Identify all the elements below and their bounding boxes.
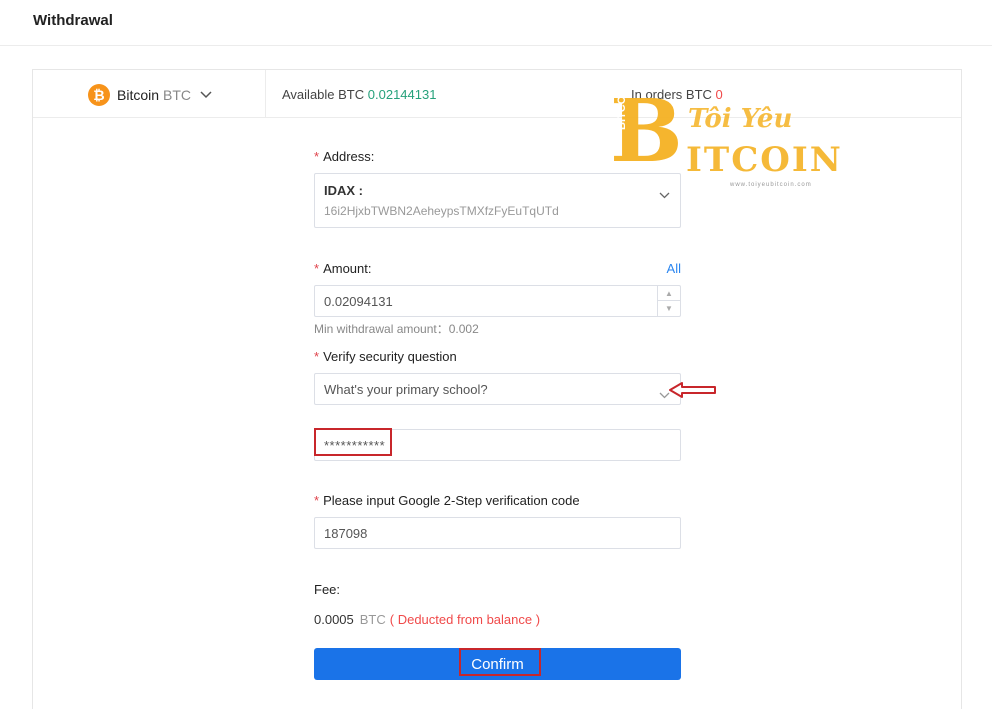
address-select[interactable]: IDAX : 16i2HjxbTWBN2AeheypsTMXfzFyEuTqUT…	[314, 173, 681, 228]
orders-value: 0	[715, 87, 723, 102]
google-2fa-input[interactable]: 187098	[314, 517, 681, 549]
required-star: *	[314, 349, 320, 364]
coin-symbol: BTC	[163, 87, 192, 103]
in-orders-balance: In orders BTC 0	[631, 87, 723, 102]
fee-value-line: 0.0005 BTC( Deducted from balance )	[314, 612, 540, 627]
fee-value: 0.0005	[314, 612, 354, 627]
required-star: *	[314, 149, 320, 164]
fee-note: ( Deducted from balance )	[389, 612, 541, 627]
page-title: Withdrawal	[33, 12, 113, 29]
confirm-button[interactable]: Confirm	[314, 648, 681, 680]
security-answer-value: ***********	[324, 438, 386, 453]
bitcoin-logo-icon: ₿	[88, 84, 110, 106]
security-question-select[interactable]: What's your primary school?	[314, 373, 681, 405]
required-star: *	[314, 261, 320, 276]
address-exchange: IDAX :	[324, 183, 363, 198]
amount-stepper[interactable]: ▲ ▼	[657, 286, 680, 316]
topbar-divider	[265, 70, 266, 117]
coin-name: Bitcoin	[117, 87, 160, 103]
all-amount-link[interactable]: All	[667, 261, 681, 276]
chevron-down-icon	[659, 186, 670, 204]
min-withdrawal-hint: Min withdrawal amount：0.002	[314, 322, 479, 336]
fee-unit: BTC	[359, 612, 386, 627]
required-star: *	[314, 493, 320, 508]
google-2fa-label: * Please input Google 2-Step verification…	[314, 493, 580, 508]
fee-label: Fee:	[314, 582, 341, 597]
security-question-label: * Verify security question	[314, 349, 457, 364]
amount-input[interactable]: 0.02094131 ▲ ▼	[314, 285, 681, 317]
available-value: 0.02144131	[367, 87, 437, 102]
arrow-left-icon	[668, 381, 718, 404]
orders-label: In orders BTC	[631, 87, 712, 102]
chevron-down-icon	[200, 86, 212, 104]
stepper-up-icon[interactable]: ▲	[658, 286, 680, 301]
amount-value: 0.02094131	[324, 294, 393, 309]
amount-label: * Amount:	[314, 261, 372, 276]
security-answer-input[interactable]: ***********	[314, 429, 681, 461]
stepper-down-icon[interactable]: ▼	[658, 301, 680, 316]
coin-topbar: ₿ Bitcoin BTC Available BTC 0.02144131 I…	[33, 70, 961, 118]
coin-selector[interactable]: ₿ Bitcoin BTC	[88, 84, 212, 106]
page-header: Withdrawal	[0, 0, 992, 46]
google-2fa-value: 187098	[324, 526, 368, 541]
available-balance: Available BTC 0.02144131	[282, 87, 436, 102]
available-label: Available BTC	[282, 87, 365, 102]
address-label: * Address:	[314, 149, 375, 164]
address-value: 16i2HjxbTWBN2AeheypsTMXfzFyEuTqUTd	[324, 204, 559, 218]
security-question-value: What's your primary school?	[324, 382, 488, 397]
